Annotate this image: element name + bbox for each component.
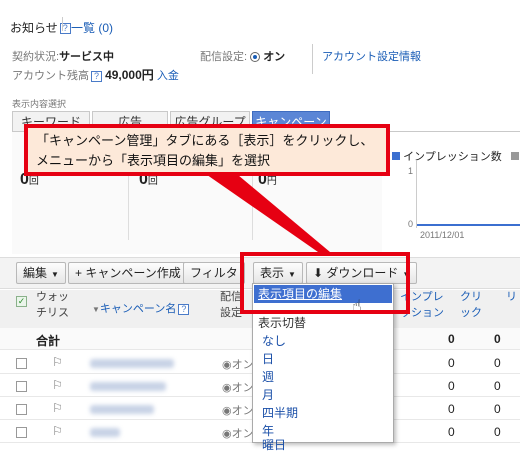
callout-pointer xyxy=(200,170,330,252)
instruction-callout: 「キャンペーン管理」タブにある［表示］をクリックし、 メニューから「表示項目の編… xyxy=(24,124,390,176)
callout-line1: 「キャンペーン管理」タブにある［表示］をクリックし、 xyxy=(36,133,374,148)
callout-line2: メニューから「表示項目の編集」を選択 xyxy=(36,153,271,168)
